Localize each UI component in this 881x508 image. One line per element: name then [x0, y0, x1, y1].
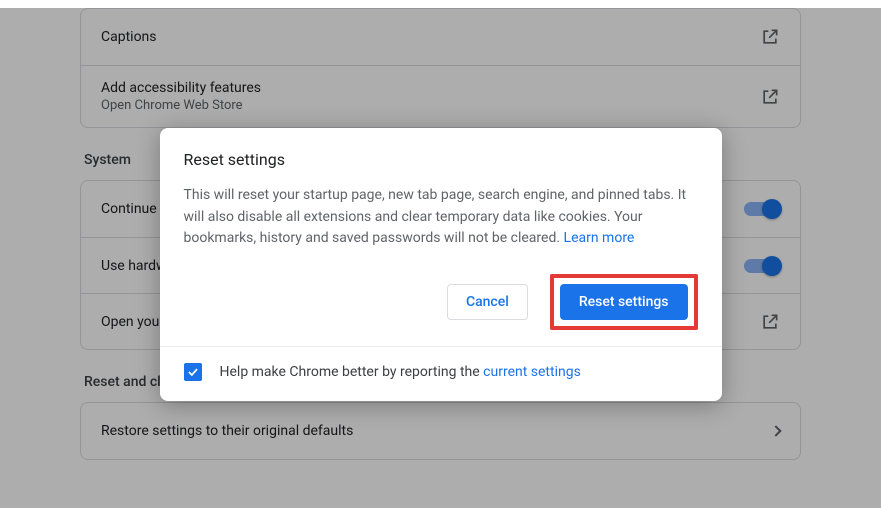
dialog-title: Reset settings: [184, 150, 698, 169]
current-settings-link[interactable]: current settings: [483, 364, 581, 380]
footer-text: Help make Chrome better by reporting the…: [220, 364, 581, 380]
dialog-description: This will reset your startup page, new t…: [184, 185, 698, 250]
learn-more-link[interactable]: Learn more: [564, 230, 635, 246]
reset-settings-dialog: Reset settings This will reset your star…: [160, 128, 722, 401]
reset-settings-button[interactable]: Reset settings: [560, 284, 688, 320]
report-checkbox[interactable]: [184, 363, 202, 381]
cancel-button[interactable]: Cancel: [447, 284, 528, 320]
modal-overlay: Reset settings This will reset your star…: [0, 8, 881, 508]
footer-pre: Help make Chrome better by reporting the: [220, 364, 484, 380]
highlight-box: Reset settings: [550, 274, 698, 330]
